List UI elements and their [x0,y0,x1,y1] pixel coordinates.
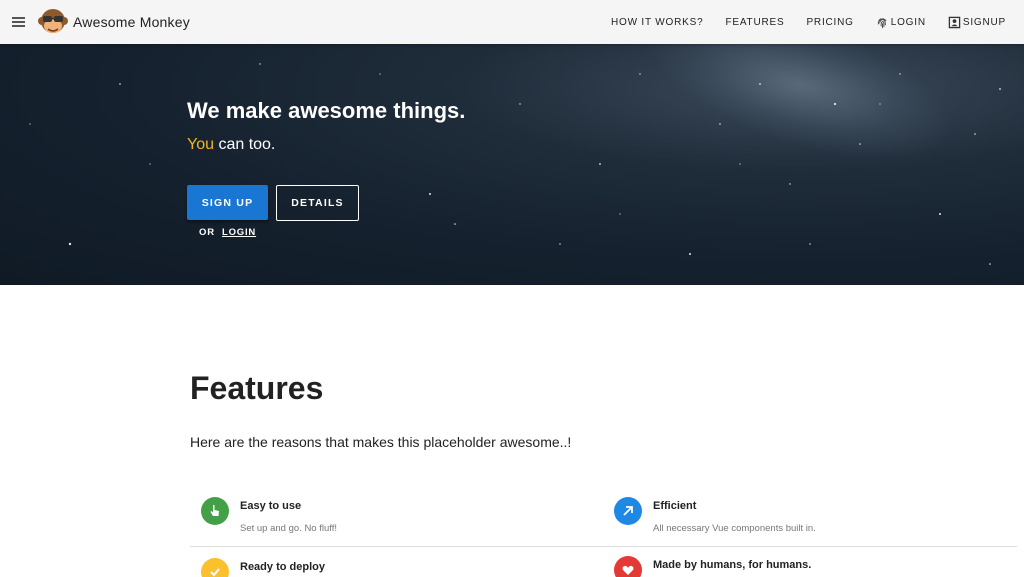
nav-signup[interactable]: SIGNUP [937,0,1017,44]
feature-title: Easy to use [240,500,302,512]
hero-login-link[interactable]: LOGIN [222,227,256,238]
feature-title: Made by humans, for humans. [653,559,812,571]
nav-pricing-label: PRICING [806,16,854,28]
feature-description: All necessary Vue components built in. [653,523,816,534]
check-cloud-icon [201,558,229,577]
features-heading: Features [190,370,324,406]
brand-name[interactable]: Awesome Monkey [73,14,190,30]
or-text: OR [199,227,215,238]
nav-features[interactable]: FEATURES [714,0,795,44]
nav-how-it-works[interactable]: HOW IT WORKS? [600,0,714,44]
hero-subtitle-accent: You [187,136,214,153]
fingerprint-icon [877,17,887,28]
hero-subtitle: You can too. [187,136,275,154]
top-nav: HOW IT WORKS? FEATURES PRICING LOGIN SIG… [600,0,1017,44]
account-box-icon [948,16,961,28]
hamburger-menu-icon[interactable] [8,10,32,34]
hero-title: We make awesome things. [187,98,466,123]
nav-how-it-works-label: HOW IT WORKS? [611,16,704,28]
signup-button[interactable]: SIGN UP [187,185,268,220]
nav-login-label: LOGIN [890,16,926,28]
hero-subtitle-rest: can too. [214,136,276,153]
details-button[interactable]: DETAILS [276,185,359,221]
nav-signup-label: SIGNUP [962,16,1006,28]
features-description: Here are the reasons that makes this pla… [190,434,572,450]
hero-banner: We make awesome things. You can too. SIG… [0,44,1024,285]
arrow-up-right-icon [614,497,642,525]
pointer-hand-icon [201,497,229,525]
feature-divider [190,546,1017,547]
app-bar: Awesome Monkey HOW IT WORKS? FEATURES PR… [0,0,1024,44]
feature-item-ready-to-deploy: Ready to deploy [201,558,581,577]
nav-login[interactable]: LOGIN [865,0,937,44]
feature-title: Ready to deploy [240,561,325,573]
feature-item-made-by-humans: Made by humans, for humans. [614,556,994,577]
feature-description: Set up and go. No fluff! [240,523,338,534]
nav-pricing[interactable]: PRICING [795,0,864,44]
monkey-logo-icon [38,9,68,33]
nav-features-label: FEATURES [725,16,785,28]
feature-item-efficient: Efficient All necessary Vue components b… [614,497,994,537]
starfield-background [29,63,1001,265]
heart-icon [614,556,642,577]
feature-item-easy-to-use: Easy to use Set up and go. No fluff! [201,497,581,537]
feature-title: Efficient [653,500,697,512]
